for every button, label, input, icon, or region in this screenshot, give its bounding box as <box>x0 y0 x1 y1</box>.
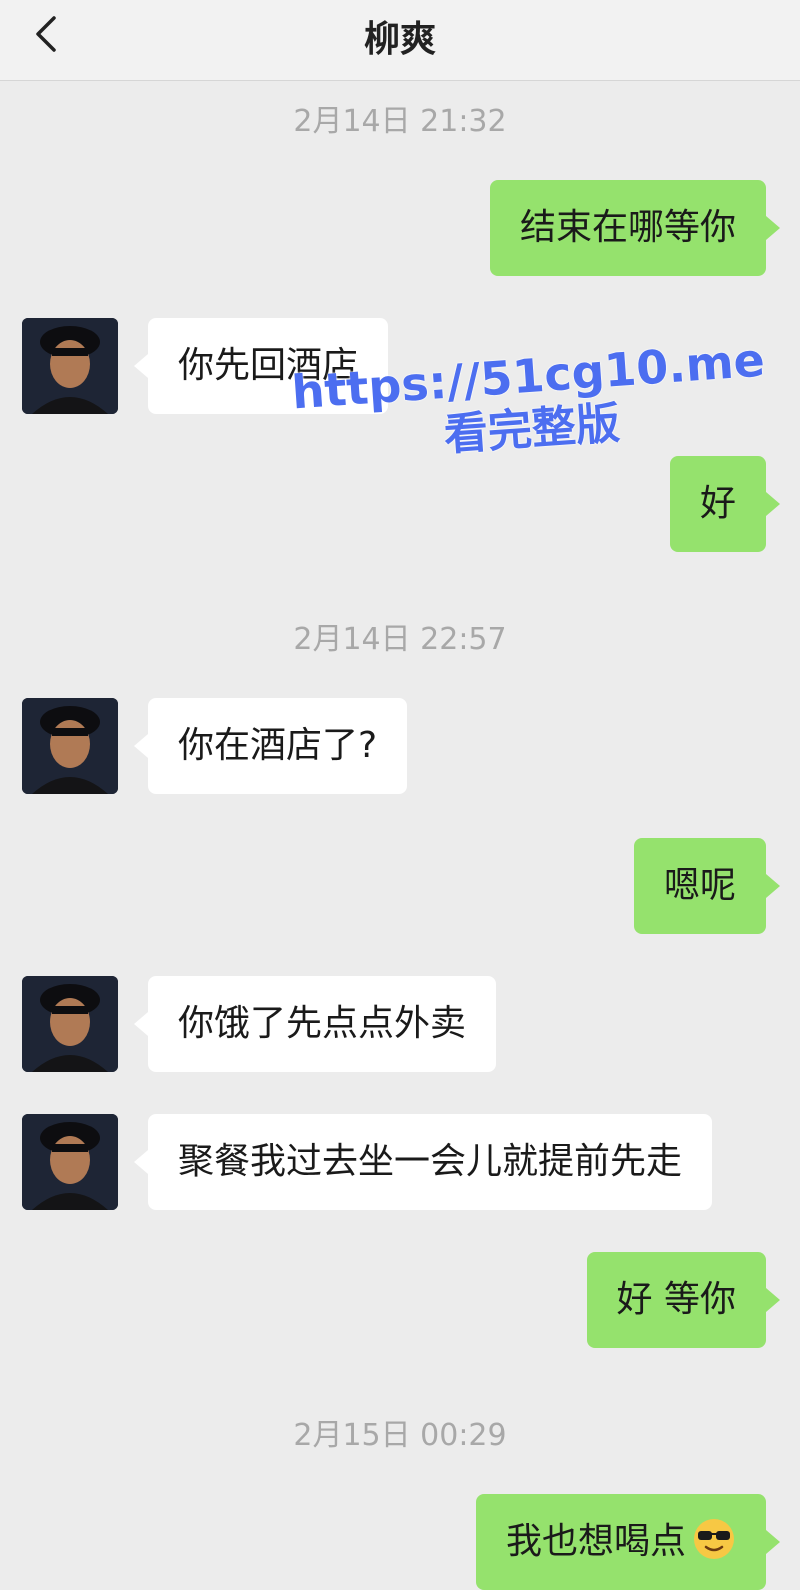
message-text: 我也想喝点 <box>505 1521 686 1562</box>
avatar[interactable] <box>22 1114 118 1210</box>
timestamp: 2月15日 00:29 <box>293 1418 507 1453</box>
outgoing-message[interactable]: 结束在哪等你 <box>489 180 781 276</box>
timestamp: 2月14日 22:57 <box>293 622 507 657</box>
contact-avatar-image <box>22 976 118 1072</box>
outgoing-message[interactable]: 我也想喝点 <box>475 1494 781 1590</box>
avatar[interactable] <box>22 698 118 794</box>
avatar[interactable] <box>22 318 118 414</box>
outgoing-message[interactable]: 嗯呢 <box>633 838 781 934</box>
contact-avatar-image <box>22 698 118 794</box>
timestamp: 2月14日 21:32 <box>293 104 507 139</box>
contact-avatar-image <box>22 318 118 414</box>
chat-title: 柳爽 <box>363 19 436 60</box>
outgoing-message[interactable]: 好 等你 <box>586 1252 781 1348</box>
incoming-message[interactable]: 你饿了先点点外卖 <box>133 976 497 1072</box>
avatar[interactable] <box>22 976 118 1072</box>
contact-avatar-image <box>22 1114 118 1210</box>
title-bar: 柳爽 <box>0 0 800 81</box>
outgoing-message[interactable]: 好 <box>669 456 781 552</box>
incoming-message[interactable]: 聚餐我过去坐一会儿就提前先走 <box>133 1114 713 1210</box>
incoming-message[interactable]: 你在酒店了? <box>133 698 408 794</box>
sunglasses-emoji-icon <box>694 1519 734 1559</box>
